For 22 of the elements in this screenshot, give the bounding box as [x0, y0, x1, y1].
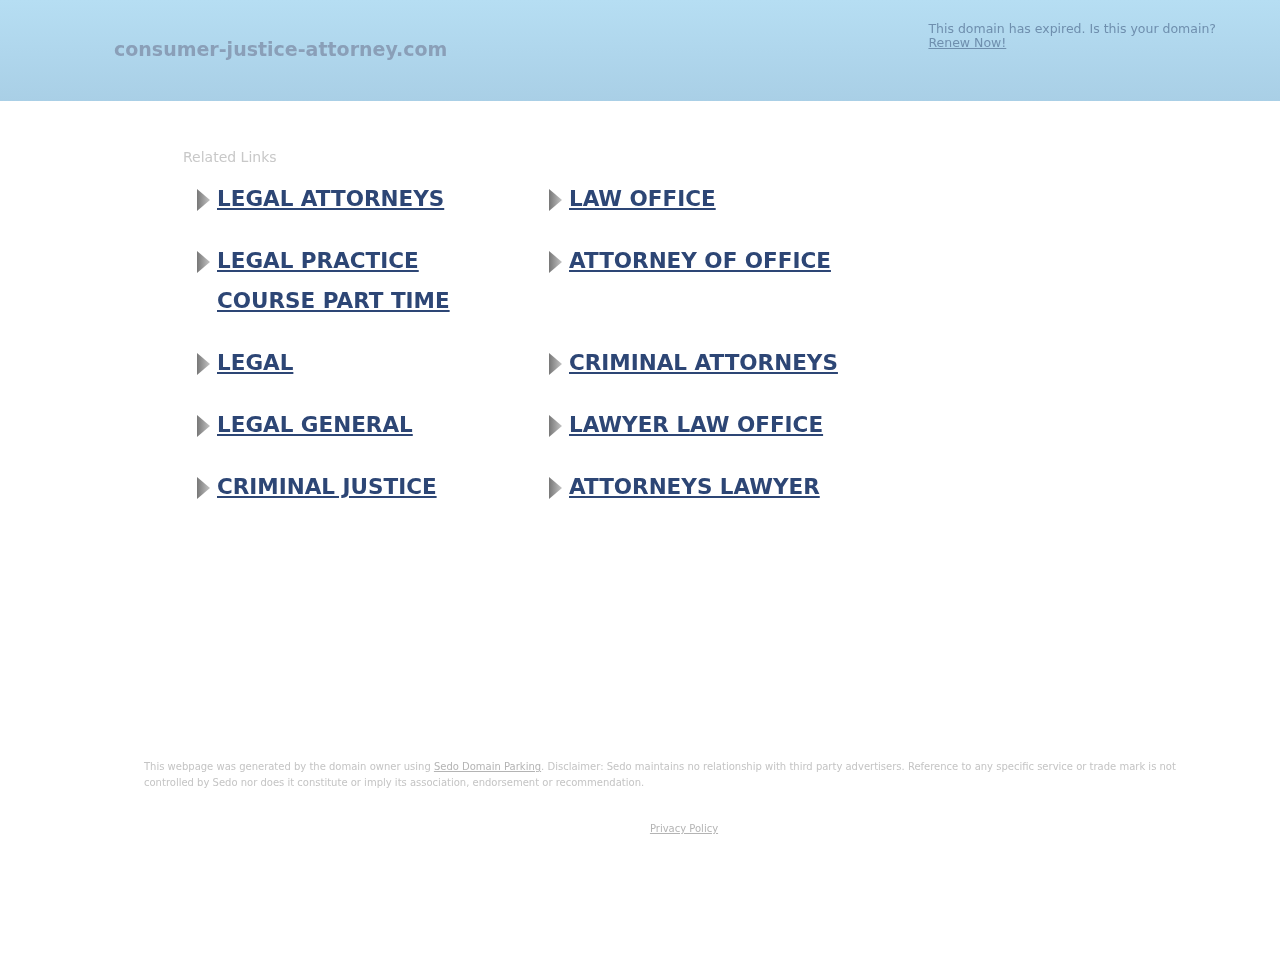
- triangle-icon: [549, 477, 562, 499]
- triangle-icon: [197, 477, 210, 499]
- related-link[interactable]: LEGAL: [217, 343, 517, 383]
- triangle-icon: [197, 189, 210, 211]
- triangle-icon: [197, 415, 210, 437]
- domain-name: consumer-justice-attorney.com: [114, 38, 448, 60]
- related-link[interactable]: CRIMINAL JUSTICE: [217, 467, 517, 507]
- triangle-icon: [549, 189, 562, 211]
- related-link[interactable]: LAW OFFICE: [569, 179, 869, 219]
- triangle-icon: [197, 251, 210, 273]
- expiry-notice: This domain has expired. Is this your domain?: [928, 22, 1216, 36]
- related-link[interactable]: CRIMINAL ATTORNEYS: [569, 343, 869, 383]
- triangle-icon: [197, 353, 210, 375]
- triangle-icon: [549, 251, 562, 273]
- related-link[interactable]: ATTORNEYS LAWYER: [569, 467, 869, 507]
- triangle-icon: [549, 415, 562, 437]
- related-link[interactable]: LAWYER LAW OFFICE: [569, 405, 869, 445]
- triangle-icon: [549, 353, 562, 375]
- related-link[interactable]: LEGAL PRACTICE COURSE PART TIME: [217, 241, 517, 321]
- related-link[interactable]: LEGAL ATTORNEYS: [217, 179, 517, 219]
- related-link[interactable]: LEGAL GENERAL: [217, 405, 517, 445]
- related-link[interactable]: ATTORNEY OF OFFICE: [569, 241, 869, 281]
